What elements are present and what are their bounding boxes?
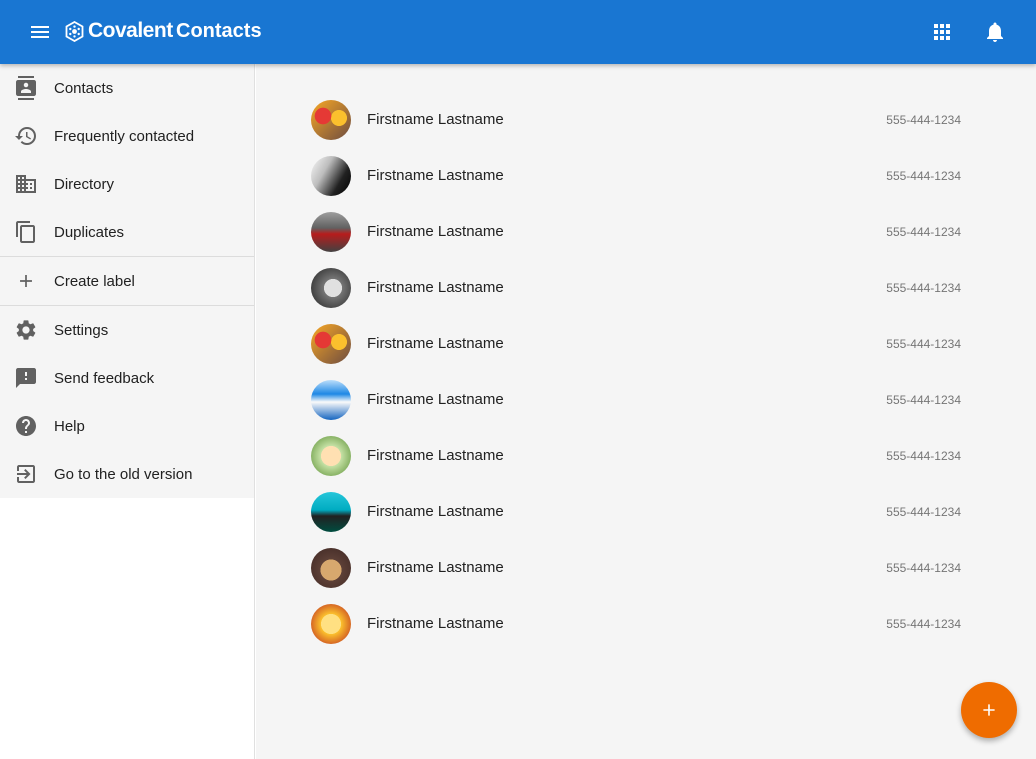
avatar	[311, 324, 351, 364]
menu-icon	[31, 26, 49, 38]
contact-row[interactable]: Firstname Lastname 555-444-1234	[310, 484, 970, 540]
sidebar-item-contacts[interactable]: Contacts	[0, 64, 254, 112]
add-icon	[983, 704, 995, 716]
avatar	[311, 436, 351, 476]
contact-phone: 555-444-1234	[886, 169, 961, 183]
menu-button[interactable]	[24, 20, 56, 44]
contacts-icon	[16, 76, 36, 100]
contact-name: Firstname Lastname	[367, 223, 504, 240]
contact-phone: 555-444-1234	[886, 393, 961, 407]
sidebar-item-label: Directory	[54, 175, 115, 193]
gear-icon	[16, 320, 36, 340]
sidebar-item-settings[interactable]: Settings	[0, 306, 254, 354]
help-icon	[16, 416, 36, 436]
contact-row[interactable]: Firstname Lastname 555-444-1234	[310, 204, 970, 260]
avatar	[311, 380, 351, 420]
sidebar-item-label: Settings	[54, 321, 109, 339]
contact-name: Firstname Lastname	[367, 503, 504, 520]
bell-icon	[987, 22, 1003, 42]
exit-to-app-icon	[17, 465, 35, 483]
top-app-bar: Covalent Contacts	[0, 0, 1036, 64]
contact-row[interactable]: Firstname Lastname 555-444-1234	[310, 316, 970, 372]
contact-row[interactable]: Firstname Lastname 555-444-1234	[310, 596, 970, 652]
contact-name: Firstname Lastname	[367, 279, 504, 296]
contact-row[interactable]: Firstname Lastname 555-444-1234	[310, 372, 970, 428]
apps-button[interactable]	[930, 20, 954, 44]
contact-name: Firstname Lastname	[367, 447, 504, 464]
sidebar-item-help[interactable]: Help	[0, 402, 254, 450]
sidebar-item-label: Frequently contacted	[54, 127, 195, 145]
avatar	[311, 604, 351, 644]
contact-row[interactable]: Firstname Lastname 555-444-1234	[310, 428, 970, 484]
contact-phone: 555-444-1234	[886, 337, 961, 351]
contact-name: Firstname Lastname	[367, 615, 504, 632]
avatar	[311, 212, 351, 252]
sidebar-item-frequently-contacted[interactable]: Frequently contacted	[0, 112, 254, 160]
contact-phone: 555-444-1234	[886, 617, 961, 631]
contact-name: Firstname Lastname	[367, 335, 504, 352]
avatar	[311, 492, 351, 532]
domain-icon	[16, 175, 36, 193]
page-title: Contacts	[176, 20, 262, 42]
sidebar-item-label: Create label	[54, 272, 135, 290]
sidebar-item-directory[interactable]: Directory	[0, 160, 254, 208]
contact-phone: 555-444-1234	[886, 449, 961, 463]
sidebar-item-send-feedback[interactable]: Send feedback	[0, 354, 254, 402]
plus-icon	[20, 275, 32, 287]
contact-phone: 555-444-1234	[886, 113, 961, 127]
contact-phone: 555-444-1234	[886, 281, 961, 295]
contact-name: Firstname Lastname	[367, 111, 504, 128]
contact-phone: 555-444-1234	[886, 225, 961, 239]
sidebar-item-create-label[interactable]: Create label	[0, 257, 254, 305]
sidebar-item-duplicates[interactable]: Duplicates	[0, 208, 254, 256]
feedback-icon	[16, 368, 36, 388]
contact-row[interactable]: Firstname Lastname 555-444-1234	[310, 540, 970, 596]
contact-phone: 555-444-1234	[886, 561, 961, 575]
contact-name: Firstname Lastname	[367, 559, 504, 576]
contact-name: Firstname Lastname	[367, 391, 504, 408]
main-content: Firstname Lastname 555-444-1234 Firstname …	[256, 64, 1036, 759]
sidebar-item-label: Send feedback	[54, 369, 155, 387]
contact-row[interactable]: Firstname Lastname 555-444-1234	[310, 260, 970, 316]
copy-icon	[16, 221, 35, 243]
apps-grid-icon	[934, 24, 950, 40]
contact-phone: 555-444-1234	[886, 505, 961, 519]
avatar	[311, 156, 351, 196]
contact-row[interactable]: Firstname Lastname 555-444-1234	[310, 92, 970, 148]
sidebar-item-label: Duplicates	[54, 223, 125, 241]
sidebar: Contacts Frequently contacted Directory …	[0, 64, 255, 759]
avatar	[311, 100, 351, 140]
avatar	[311, 548, 351, 588]
brand-name: Covalent	[88, 19, 173, 42]
avatar	[311, 268, 351, 308]
sidebar-item-label: Help	[54, 417, 85, 435]
add-contact-button[interactable]	[961, 682, 1017, 738]
contact-list: Firstname Lastname 555-444-1234 Firstname …	[310, 92, 970, 652]
sidebar-item-label: Contacts	[54, 79, 114, 97]
sidebar-nav: Contacts Frequently contacted Directory …	[0, 64, 254, 498]
notifications-button[interactable]	[983, 20, 1007, 44]
sidebar-item-old-version[interactable]: Go to the old version	[0, 450, 254, 498]
contact-row[interactable]: Firstname Lastname 555-444-1234	[310, 148, 970, 204]
history-icon	[15, 127, 36, 145]
sidebar-item-label: Go to the old version	[54, 465, 193, 483]
covalent-logo-icon	[65, 21, 84, 42]
contact-name: Firstname Lastname	[367, 167, 504, 184]
